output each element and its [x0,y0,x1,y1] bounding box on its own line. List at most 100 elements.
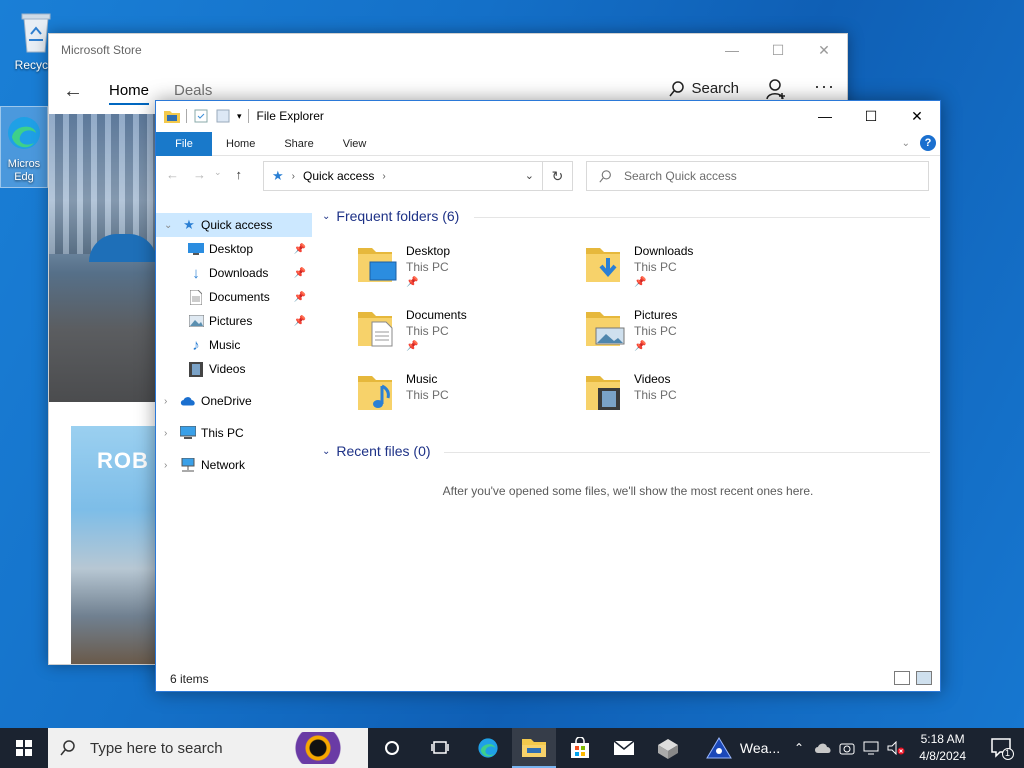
expand-ribbon-icon[interactable]: ⌄ [902,138,910,149]
customize-toolbar-icon[interactable]: ▾ [237,111,242,122]
mail-icon[interactable] [602,728,646,768]
maximize-button[interactable]: ☐ [848,101,894,131]
microsoft-store-taskbar-icon[interactable] [558,728,602,768]
expand-icon[interactable]: › [164,396,167,407]
store-maximize-button[interactable]: ☐ [755,34,801,66]
ribbon-tab-share[interactable]: Share [268,132,326,156]
close-button[interactable]: ✕ [894,101,940,131]
refresh-button[interactable]: ↻ [543,161,573,191]
store-tab-home[interactable]: Home [109,82,150,105]
folder-location: This PC [406,324,449,338]
up-arrow-icon[interactable]: ↑ [236,167,243,182]
nav-label: Desktop [209,242,254,256]
show-hidden-icons-chevron-icon[interactable]: ⌃ [790,728,808,768]
volume-muted-icon[interactable] [884,728,908,768]
nav-item-videos[interactable]: Videos [156,357,312,381]
properties-icon[interactable] [193,109,209,123]
back-arrow-icon[interactable]: ← [63,80,83,103]
ribbon-tab-view[interactable]: View [327,132,380,156]
address-row: ← → ⌄ ↑ ★ › Quick access › ⌄ ↻ Search Qu… [156,159,940,193]
more-options-icon[interactable]: ··· [814,76,835,97]
pin-icon[interactable]: 📌 [294,244,306,255]
network-status-icon[interactable] [860,728,882,768]
notification-center-button[interactable]: 1 [990,736,1014,760]
onedrive-cloud-icon[interactable] [812,728,834,768]
breadcrumb-separator-icon[interactable]: › [382,171,385,182]
cortana-icon[interactable] [370,728,414,768]
nav-item-downloads[interactable]: ↓ Downloads 📌 [156,261,312,285]
folder-tile-videos[interactable]: Videos This PC [586,370,806,428]
explorer-folder-icon[interactable] [164,109,180,123]
nav-item-onedrive[interactable]: › OneDrive [156,389,312,413]
nav-item-this-pc[interactable]: › This PC [156,421,312,445]
breadcrumb[interactable]: Quick access [303,169,374,183]
address-dropdown-icon[interactable]: ⌄ [525,169,534,182]
collapse-icon[interactable]: ⌄ [164,220,172,231]
frequent-folders-header[interactable]: ⌄ Frequent folders (6) [322,208,459,224]
expand-icon[interactable]: › [164,428,167,439]
details-view-icon[interactable] [894,671,910,685]
search-highlight-image [288,732,348,764]
desktop-icon-label: Micros Edg [7,158,41,183]
explorer-titlebar[interactable]: ▾ File Explorer — ☐ ✕ [156,101,940,131]
pin-icon[interactable]: 📌 [294,316,306,327]
folder-tile-pictures[interactable]: Pictures This PC 📌 [586,306,806,364]
pin-icon[interactable]: 📌 [294,268,306,279]
pin-icon[interactable]: 📌 [294,292,306,303]
minimize-button[interactable]: — [802,101,848,131]
taskbar-clock[interactable]: 5:18 AM 4/8/2024 [919,731,966,765]
address-bar[interactable]: ★ › Quick access › ⌄ [263,161,543,191]
store-game-card-logo: ROB [97,448,149,473]
nav-item-pictures[interactable]: Pictures 📌 [156,309,312,333]
store-game-card[interactable]: ROB [71,426,157,664]
forward-arrow-icon[interactable]: → [193,167,206,182]
folder-location: This PC [406,260,449,274]
taskbar-search-box[interactable]: Type here to search [48,728,368,768]
folder-tile-documents[interactable]: Documents This PC 📌 [358,306,578,364]
file-explorer-taskbar-icon[interactable] [512,728,556,768]
large-icons-view-icon[interactable] [916,671,932,685]
videos-folder-icon [586,376,620,410]
nav-item-network[interactable]: › Network [156,453,312,477]
weather-widget[interactable]: Wea... [700,728,786,768]
store-hero-image[interactable] [49,114,157,402]
star-icon: ★ [183,217,195,232]
folder-tile-downloads[interactable]: Downloads This PC 📌 [586,242,806,300]
camera-icon[interactable] [836,728,858,768]
weather-app-icon [706,737,732,759]
breadcrumb-separator-icon: › [291,170,295,182]
store-close-button[interactable]: ✕ [801,34,847,66]
store-search-button[interactable]: Search [669,80,739,97]
folder-tile-music[interactable]: Music This PC [358,370,578,428]
store-minimize-button[interactable]: — [709,34,755,66]
desktop-icon-edge[interactable]: Micros Edg [0,106,48,188]
notification-icon [991,738,1014,760]
start-button[interactable] [0,728,48,768]
recent-locations-icon[interactable]: ⌄ [214,167,222,182]
recent-files-empty-message: After you've opened some files, we'll sh… [442,484,814,498]
back-arrow-icon[interactable]: ← [166,167,179,182]
edge-taskbar-icon[interactable] [466,728,510,768]
file-explorer-window[interactable]: ▾ File Explorer — ☐ ✕ File Home Share Vi… [155,100,941,692]
nav-item-music[interactable]: ♪ Music [156,333,312,357]
nav-item-desktop[interactable]: Desktop 📌 [156,237,312,261]
ribbon-tab-home[interactable]: Home [212,132,268,156]
section-title: Recent files (0) [336,443,431,459]
search-box[interactable]: Search Quick access [586,161,929,191]
recent-files-header[interactable]: ⌄ Recent files (0) [322,443,431,459]
nav-item-quick-access[interactable]: ⌄ ★ Quick access [156,213,312,237]
pin-icon: 📌 [634,341,647,352]
nav-label: Downloads [209,266,269,280]
task-view-icon[interactable] [418,728,462,768]
ribbon-tab-file[interactable]: File [156,132,212,156]
expand-icon[interactable]: › [164,460,167,471]
section-title: Frequent folders (6) [336,208,460,224]
store-tab-deals[interactable]: Deals [174,82,212,99]
folder-tile-desktop[interactable]: Desktop This PC 📌 [358,242,578,300]
new-folder-icon[interactable] [215,109,231,123]
nav-label: Music [209,338,241,352]
app-taskbar-icon[interactable] [646,728,690,768]
help-icon[interactable]: ? [920,135,936,151]
nav-item-documents[interactable]: Documents 📌 [156,285,312,309]
folder-name: Music [406,372,438,386]
